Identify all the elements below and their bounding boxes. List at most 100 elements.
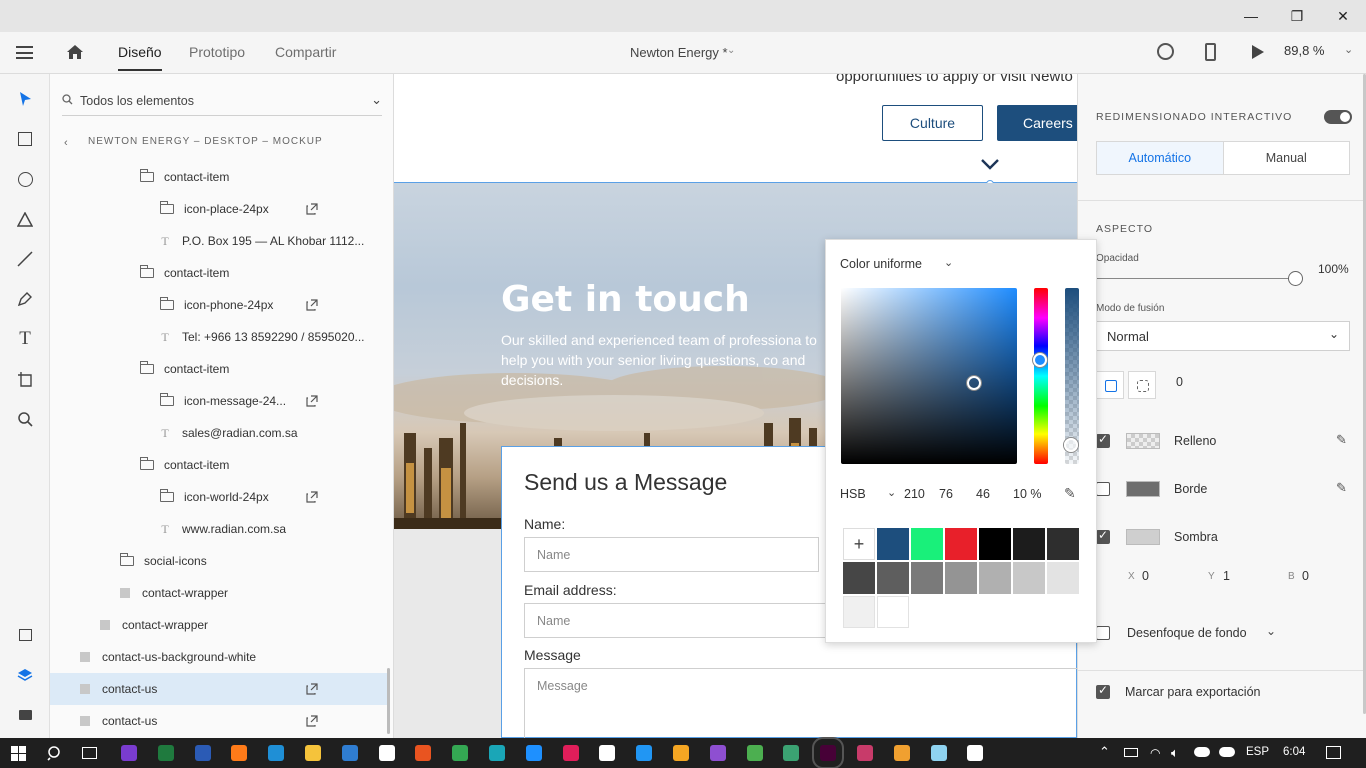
layer-row[interactable]: Twww.radian.com.sa bbox=[50, 513, 390, 545]
layer-row[interactable]: T Tel: +966 13 8592290 / 8595020... bbox=[50, 321, 390, 353]
fill-swatch[interactable] bbox=[1126, 433, 1160, 449]
zoom-level[interactable]: 89,8 % bbox=[1284, 43, 1324, 58]
color-swatch[interactable] bbox=[843, 596, 875, 628]
media-app-icon[interactable] bbox=[599, 745, 616, 761]
blend-mode-select[interactable]: Normal ⌄ bbox=[1096, 321, 1350, 351]
ellipse-icon[interactable] bbox=[12, 166, 38, 192]
layer-row[interactable]: Tsales@radian.com.sa bbox=[50, 417, 390, 449]
notifications-icon[interactable] bbox=[1326, 746, 1341, 759]
assets-icon[interactable] bbox=[12, 622, 38, 648]
color-swatch[interactable] bbox=[877, 562, 909, 594]
brightness-value[interactable]: 46 bbox=[976, 487, 990, 501]
color-swatch[interactable] bbox=[843, 562, 875, 594]
alpha-value[interactable]: 10 % bbox=[1013, 487, 1042, 501]
layer-row[interactable]: contact-item bbox=[50, 353, 390, 385]
chevron-down-icon[interactable]: ⌄ bbox=[371, 92, 382, 108]
slack-icon[interactable] bbox=[562, 745, 579, 761]
play-icon[interactable] bbox=[1252, 45, 1264, 62]
manual-button[interactable]: Manual bbox=[1224, 142, 1350, 174]
input-language[interactable]: ESP bbox=[1246, 746, 1269, 758]
search-icon[interactable] bbox=[47, 745, 63, 764]
word-icon[interactable] bbox=[194, 745, 211, 761]
alpha-knob[interactable] bbox=[1064, 438, 1078, 452]
home-icon[interactable] bbox=[66, 44, 84, 60]
layer-row[interactable]: contact-item bbox=[50, 161, 390, 193]
windows-start-icon[interactable] bbox=[11, 746, 26, 761]
color-swatch[interactable] bbox=[945, 562, 977, 594]
layer-row[interactable]: contact-us bbox=[50, 673, 390, 705]
app-icon[interactable] bbox=[893, 745, 910, 761]
firefox-icon[interactable] bbox=[231, 745, 248, 761]
layers-icon[interactable] bbox=[12, 662, 38, 688]
tab-design[interactable]: Diseño bbox=[118, 44, 162, 71]
layer-row[interactable]: social-icons bbox=[50, 545, 390, 577]
background-blur-checkbox[interactable] bbox=[1096, 626, 1110, 640]
border-swatch[interactable] bbox=[1126, 481, 1160, 497]
device-preview-icon[interactable] bbox=[1205, 43, 1216, 61]
color-swatch[interactable] bbox=[877, 528, 909, 560]
tab-share[interactable]: Compartir bbox=[275, 44, 336, 60]
layer-row[interactable]: contact-us bbox=[50, 705, 390, 737]
saturation-brightness-field[interactable] bbox=[841, 288, 1017, 464]
battery-icon[interactable] bbox=[1124, 748, 1138, 757]
chevron-down-icon[interactable] bbox=[980, 158, 1000, 173]
terminal-app-icon[interactable] bbox=[489, 745, 505, 761]
layer-row[interactable]: icon-message-24... bbox=[50, 385, 390, 417]
careers-button[interactable]: Careers bbox=[997, 105, 1077, 141]
restore-button[interactable]: ❐ bbox=[1274, 0, 1320, 32]
component-link-icon[interactable] bbox=[306, 395, 318, 407]
layer-row[interactable]: contact-item bbox=[50, 449, 390, 481]
component-link-icon[interactable] bbox=[306, 715, 318, 727]
component-link-icon[interactable] bbox=[306, 491, 318, 503]
select-icon[interactable] bbox=[12, 86, 38, 112]
corner-radius-individual-icon[interactable] bbox=[1128, 371, 1156, 399]
zoom-icon[interactable] bbox=[12, 406, 38, 432]
app-icon[interactable] bbox=[783, 745, 800, 761]
user-icon[interactable] bbox=[1157, 43, 1174, 60]
shadow-blur-value[interactable]: 0 bbox=[1302, 569, 1309, 583]
layer-row[interactable]: T P.O. Box 195 — AL Khobar 1112... bbox=[50, 225, 390, 257]
volume-icon[interactable]: 🔈︎ bbox=[1171, 745, 1179, 761]
pen-icon[interactable] bbox=[12, 286, 38, 312]
layer-row[interactable]: contact-us-background-white bbox=[50, 641, 390, 673]
rectangle-icon[interactable] bbox=[12, 126, 38, 152]
responsive-resize-toggle[interactable] bbox=[1324, 110, 1352, 124]
notepad-icon[interactable] bbox=[930, 745, 947, 761]
search-input[interactable]: Todos los elementos bbox=[80, 94, 194, 108]
hue-slider[interactable] bbox=[1034, 288, 1048, 464]
app-icon[interactable] bbox=[636, 745, 653, 761]
hamburger-menu-icon[interactable] bbox=[16, 46, 33, 59]
color-swatch[interactable] bbox=[911, 528, 943, 560]
plugins-icon[interactable] bbox=[12, 702, 38, 728]
minimize-button[interactable]: — bbox=[1228, 0, 1274, 32]
opacity-value[interactable]: 100% bbox=[1318, 262, 1349, 276]
store-icon[interactable] bbox=[341, 745, 358, 761]
terminal-icon[interactable] bbox=[857, 745, 873, 761]
task-view-icon[interactable] bbox=[82, 747, 97, 759]
color-model-select[interactable]: HSB bbox=[840, 487, 866, 501]
layer-row[interactable]: icon-place-24px bbox=[50, 193, 390, 225]
border-checkbox[interactable] bbox=[1096, 482, 1110, 496]
chevron-down-icon[interactable]: ⌄ bbox=[1266, 624, 1276, 638]
saturation-knob[interactable] bbox=[967, 376, 981, 390]
color-mode-select[interactable]: Color uniforme bbox=[840, 257, 922, 271]
app-icon[interactable] bbox=[673, 745, 689, 761]
color-swatch[interactable] bbox=[979, 528, 1011, 560]
excel-icon[interactable] bbox=[157, 745, 174, 761]
color-swatch[interactable] bbox=[1013, 528, 1045, 560]
component-link-icon[interactable] bbox=[306, 683, 318, 695]
corner-radius-uniform-icon[interactable] bbox=[1096, 371, 1124, 399]
layer-row[interactable]: contact-wrapper bbox=[50, 609, 390, 641]
adobe-xd-icon[interactable] bbox=[812, 737, 845, 768]
color-swatch[interactable] bbox=[979, 562, 1011, 594]
color-swatch[interactable] bbox=[945, 528, 977, 560]
fill-checkbox[interactable] bbox=[1096, 432, 1110, 448]
chrome-icon[interactable] bbox=[452, 745, 469, 761]
layer-row[interactable]: contact-item bbox=[50, 257, 390, 289]
wifi-icon[interactable]: ◠ bbox=[1150, 746, 1160, 760]
file-explorer-icon[interactable] bbox=[305, 745, 321, 761]
chevron-down-icon[interactable]: ⌄ bbox=[887, 486, 896, 499]
export-checkbox[interactable] bbox=[1096, 683, 1110, 699]
component-link-icon[interactable] bbox=[306, 203, 318, 215]
message-input[interactable]: Message bbox=[524, 668, 1077, 738]
